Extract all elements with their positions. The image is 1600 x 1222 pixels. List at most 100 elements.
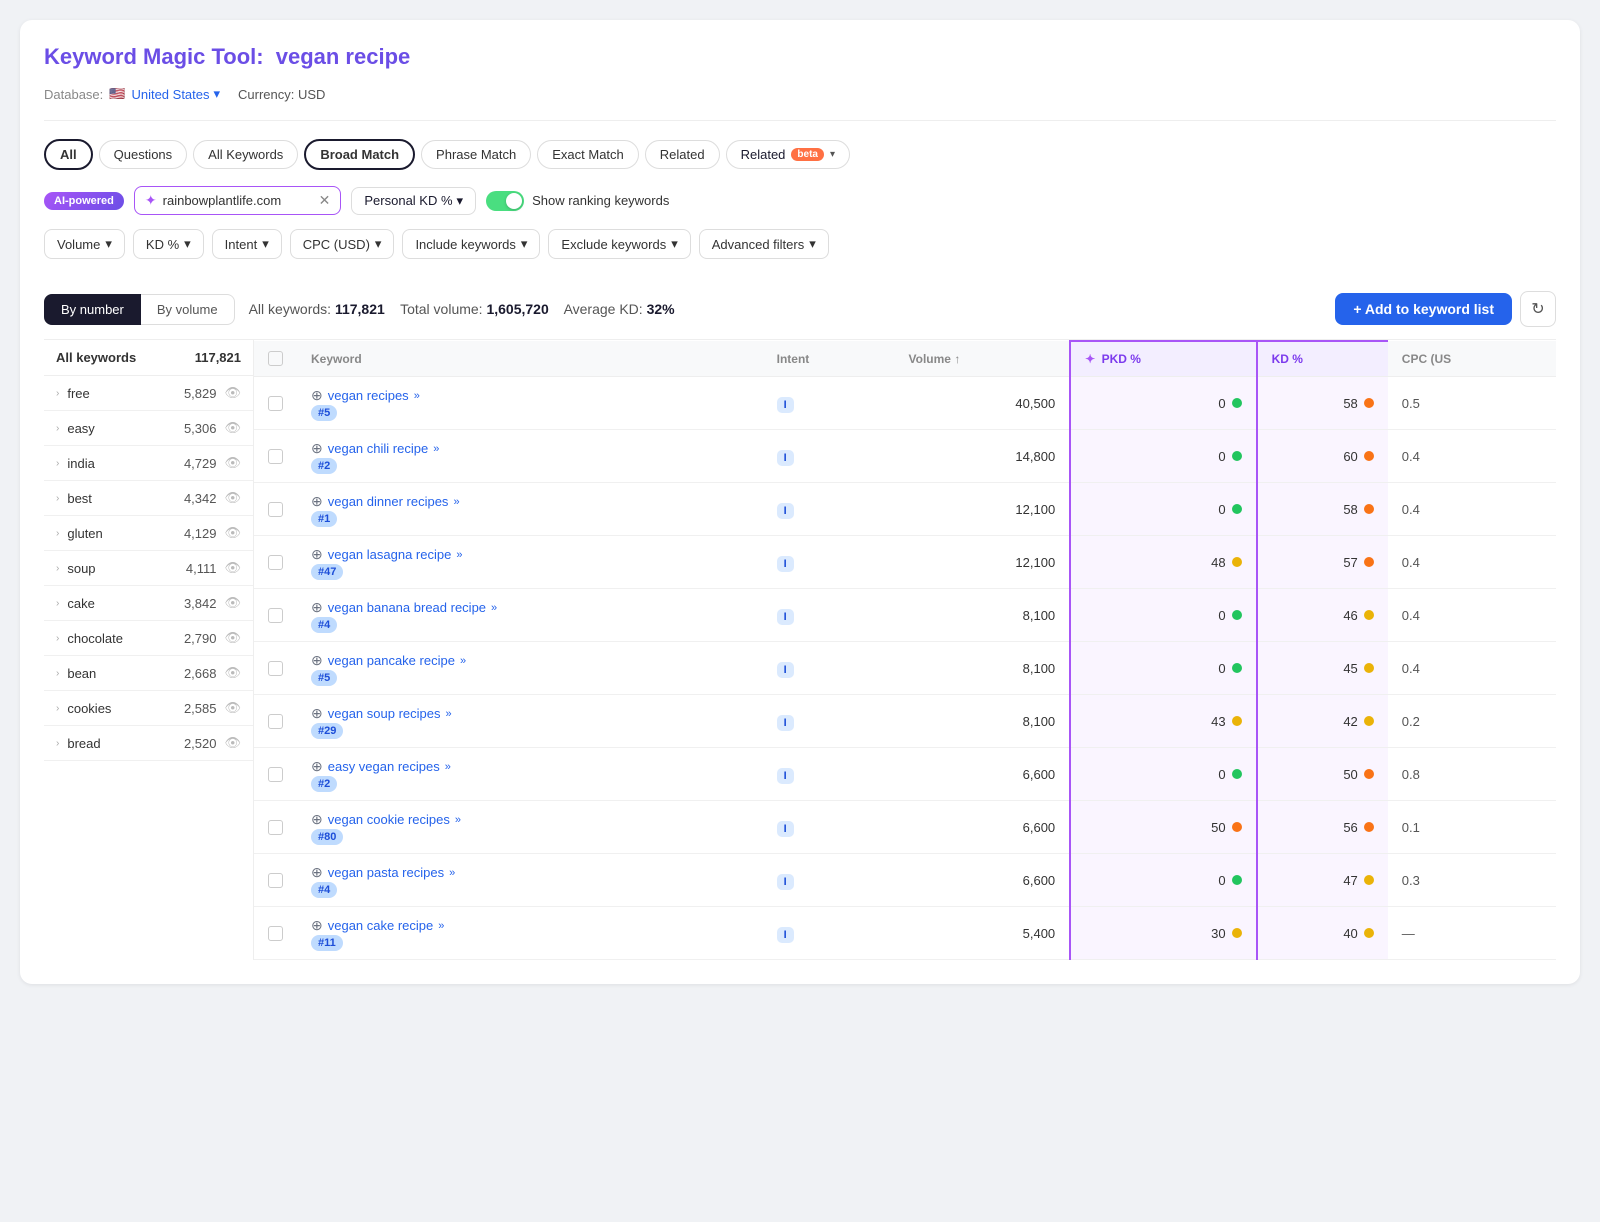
database-country-link[interactable]: United States ▾ [131, 86, 220, 102]
sidebar-item-right: 4,342 👁 [184, 490, 241, 506]
add-keyword-icon[interactable]: ⊕ [311, 652, 323, 669]
refresh-btn[interactable]: ↻ [1520, 291, 1556, 327]
sidebar-item-eye-icon[interactable]: 👁 [224, 735, 241, 751]
add-keyword-icon[interactable]: ⊕ [311, 864, 323, 881]
tab-broad-match[interactable]: Broad Match [304, 139, 415, 170]
row-pkd-cell: 0 [1070, 430, 1256, 483]
sidebar-item[interactable]: › easy 5,306 👁 [44, 411, 253, 446]
domain-clear-icon[interactable]: ✕ [319, 192, 331, 209]
tab-exact-match[interactable]: Exact Match [537, 140, 639, 169]
keyword-link[interactable]: ⊕ vegan dinner recipes » [311, 493, 749, 510]
tab-phrase-match[interactable]: Phrase Match [421, 140, 531, 169]
keyword-link[interactable]: ⊕ vegan chili recipe » [311, 440, 749, 457]
add-keyword-icon[interactable]: ⊕ [311, 705, 323, 722]
sidebar-item-eye-icon[interactable]: 👁 [224, 560, 241, 576]
add-keyword-icon[interactable]: ⊕ [311, 493, 323, 510]
th-volume[interactable]: Volume ↑ [895, 341, 1071, 377]
sidebar-item-eye-icon[interactable]: 👁 [224, 455, 241, 471]
row-checkbox[interactable] [268, 502, 283, 517]
personal-kd-select[interactable]: Personal KD % ▾ [351, 187, 476, 215]
group-by-volume-btn[interactable]: By volume [141, 294, 235, 325]
sidebar-item-eye-icon[interactable]: 👁 [224, 525, 241, 541]
intent-filter-btn[interactable]: Intent ▾ [212, 229, 282, 259]
intent-badge: I [777, 927, 794, 943]
add-keyword-icon[interactable]: ⊕ [311, 546, 323, 563]
sidebar-item-eye-icon[interactable]: 👁 [224, 700, 241, 716]
row-volume-cell: 6,600 [895, 748, 1071, 801]
select-all-checkbox[interactable] [268, 351, 283, 366]
volume-filter-btn[interactable]: Volume ▾ [44, 229, 125, 259]
exclude-keywords-btn[interactable]: Exclude keywords ▾ [548, 229, 690, 259]
row-checkbox[interactable] [268, 396, 283, 411]
cpc-filter-btn[interactable]: CPC (USD) ▾ [290, 229, 395, 259]
kd-filter-btn[interactable]: KD % ▾ [133, 229, 204, 259]
row-checkbox[interactable] [268, 449, 283, 464]
row-checkbox[interactable] [268, 767, 283, 782]
tab-languages[interactable]: Related beta ▾ [726, 140, 850, 169]
sidebar-item-eye-icon[interactable]: 👁 [224, 420, 241, 436]
row-checkbox[interactable] [268, 873, 283, 888]
sidebar-item[interactable]: › india 4,729 👁 [44, 446, 253, 481]
sidebar-item[interactable]: › bread 2,520 👁 [44, 726, 253, 761]
keyword-text: vegan pasta recipes [328, 865, 444, 880]
page-title-prefix: Keyword Magic Tool: [44, 44, 264, 69]
keyword-link[interactable]: ⊕ vegan pancake recipe » [311, 652, 749, 669]
tab-all-keywords[interactable]: All Keywords [193, 140, 298, 169]
main-table: Keyword Intent Volume ↑ ✦ PKD % [254, 340, 1556, 960]
row-checkbox[interactable] [268, 926, 283, 941]
row-checkbox[interactable] [268, 661, 283, 676]
sidebar-item[interactable]: › cookies 2,585 👁 [44, 691, 253, 726]
keyword-link[interactable]: ⊕ vegan pasta recipes » [311, 864, 749, 881]
keyword-link[interactable]: ⊕ vegan soup recipes » [311, 705, 749, 722]
row-pkd-cell: 50 [1070, 801, 1256, 854]
sidebar-item-right: 2,668 👁 [184, 665, 241, 681]
sidebar-list: All keywords 117,821 › free 5,829 👁 › ea… [44, 340, 254, 960]
keyword-link[interactable]: ⊕ vegan cookie recipes » [311, 811, 749, 828]
kd-value-wrapper: 58 [1272, 502, 1374, 517]
sidebar-item[interactable]: › soup 4,111 👁 [44, 551, 253, 586]
sidebar-item[interactable]: › best 4,342 👁 [44, 481, 253, 516]
sidebar-item[interactable]: › free 5,829 👁 [44, 376, 253, 411]
sidebar-item[interactable]: › gluten 4,129 👁 [44, 516, 253, 551]
sidebar-item-label: bean [67, 666, 96, 681]
row-checkbox[interactable] [268, 608, 283, 623]
kd-dot-indicator [1364, 610, 1374, 620]
add-to-keyword-list-btn[interactable]: + Add to keyword list [1335, 293, 1512, 325]
exclude-keywords-label: Exclude keywords [561, 237, 666, 252]
row-checkbox[interactable] [268, 555, 283, 570]
add-keyword-icon[interactable]: ⊕ [311, 811, 323, 828]
add-keyword-icon[interactable]: ⊕ [311, 599, 323, 616]
row-checkbox[interactable] [268, 820, 283, 835]
sidebar-item[interactable]: › cake 3,842 👁 [44, 586, 253, 621]
add-keyword-icon[interactable]: ⊕ [311, 387, 323, 404]
domain-input[interactable] [163, 193, 313, 208]
sidebar-item-eye-icon[interactable]: 👁 [224, 665, 241, 681]
sidebar-item-eye-icon[interactable]: 👁 [224, 490, 241, 506]
keyword-link[interactable]: ⊕ easy vegan recipes » [311, 758, 749, 775]
add-keyword-icon[interactable]: ⊕ [311, 917, 323, 934]
sidebar-all-row: All keywords 117,821 [44, 340, 253, 376]
row-volume-cell: 8,100 [895, 695, 1071, 748]
include-keywords-btn[interactable]: Include keywords ▾ [402, 229, 540, 259]
keyword-link[interactable]: ⊕ vegan banana bread recipe » [311, 599, 749, 616]
sidebar-item-eye-icon[interactable]: 👁 [224, 385, 241, 401]
sidebar-item[interactable]: › bean 2,668 👁 [44, 656, 253, 691]
beta-badge: beta [791, 148, 824, 161]
add-keyword-icon[interactable]: ⊕ [311, 758, 323, 775]
keyword-link[interactable]: ⊕ vegan recipes » [311, 387, 749, 404]
tab-related[interactable]: Related [645, 140, 720, 169]
th-checkbox [254, 341, 297, 377]
tab-questions[interactable]: Questions [99, 140, 188, 169]
keyword-link[interactable]: ⊕ vegan lasagna recipe » [311, 546, 749, 563]
pkd-dot-indicator [1232, 610, 1242, 620]
show-ranking-toggle[interactable] [486, 191, 524, 211]
sidebar-item-eye-icon[interactable]: 👁 [224, 630, 241, 646]
sidebar-item[interactable]: › chocolate 2,790 👁 [44, 621, 253, 656]
group-by-number-btn[interactable]: By number [44, 294, 141, 325]
sidebar-item-eye-icon[interactable]: 👁 [224, 595, 241, 611]
row-checkbox[interactable] [268, 714, 283, 729]
add-keyword-icon[interactable]: ⊕ [311, 440, 323, 457]
advanced-filters-btn[interactable]: Advanced filters ▾ [699, 229, 829, 259]
tab-all[interactable]: All [44, 139, 93, 170]
keyword-link[interactable]: ⊕ vegan cake recipe » [311, 917, 749, 934]
